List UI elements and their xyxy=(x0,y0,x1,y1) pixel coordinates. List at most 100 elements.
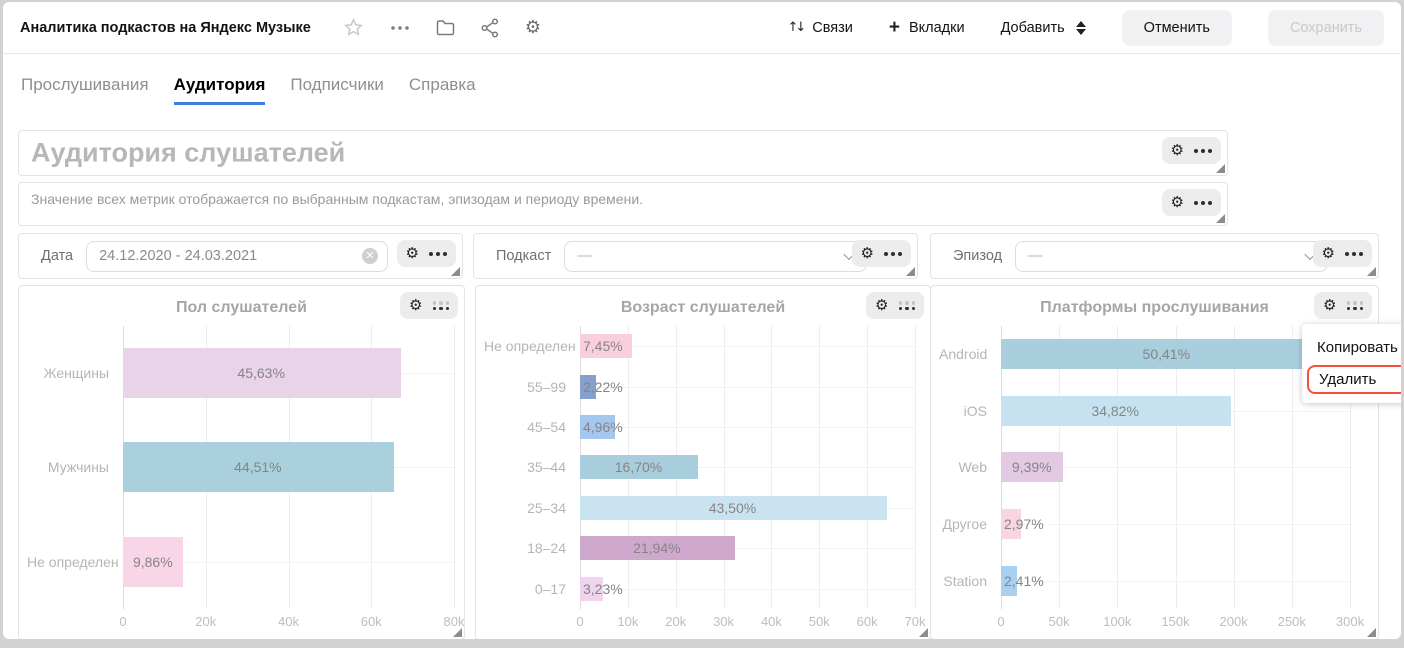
resize-handle[interactable] xyxy=(906,267,915,276)
bar-value-label: 44,51% xyxy=(234,459,281,475)
axis-tick: 40k xyxy=(278,614,299,629)
chart-plot-area: Женщины45,63%Мужчины44,51%Не определен9,… xyxy=(27,326,454,631)
axis-tick: 50k xyxy=(1049,614,1070,629)
chart-title: Пол слушателей xyxy=(19,299,464,317)
bar-rows: Не определен7,45%55–992,22%45–544,96%35–… xyxy=(484,326,915,609)
more-menu-icon[interactable] xyxy=(1194,149,1212,153)
chart-row: 0–173,23% xyxy=(484,569,915,609)
top-bar: Аналитика подкастов на Яндекс Музыке ⚙ ↑… xyxy=(3,2,1401,54)
more-menu-icon[interactable] xyxy=(1194,201,1212,205)
more-ellipsis-icon[interactable] xyxy=(390,25,410,31)
bar-track: 44,51% xyxy=(123,420,454,514)
title-widget: Аудитория слушателей ⚙ xyxy=(18,130,1228,176)
widget-context-menu: Копировать Удалить xyxy=(1302,324,1401,403)
chart-row: Android50,41% xyxy=(939,326,1350,383)
menu-item-copy[interactable]: Копировать xyxy=(1302,333,1401,362)
gear-icon[interactable]: ⚙ xyxy=(1323,298,1336,313)
chart-title: Платформы прослушивания xyxy=(931,299,1378,317)
top-bar-icons: ⚙ xyxy=(343,17,541,38)
gear-icon[interactable]: ⚙ xyxy=(861,246,874,261)
menu-item-delete[interactable]: Удалить xyxy=(1307,365,1401,394)
spinner-arrows-icon xyxy=(1076,21,1086,35)
tab-proslushivaniya[interactable]: Прослушивания xyxy=(21,75,149,105)
chart-plot-area: Android50,41%iOS34,82%Web9,39%Другое2,97… xyxy=(939,326,1350,631)
connections-button[interactable]: ↑↓ Связи xyxy=(787,20,852,36)
bar-value-label: 9,39% xyxy=(1012,459,1052,475)
axis-tick: 20k xyxy=(195,614,216,629)
more-menu-icon[interactable] xyxy=(429,252,447,256)
filter-episode-widget: Эпизод — ⚙ xyxy=(930,233,1379,279)
gridline xyxy=(454,326,455,609)
date-range-input[interactable]: 24.12.2020 - 24.03.2021 ✕ xyxy=(86,241,388,272)
more-menu-icon[interactable] xyxy=(1345,252,1363,256)
resize-handle[interactable] xyxy=(1216,164,1225,173)
tab-spravka[interactable]: Справка xyxy=(409,75,476,105)
gear-icon[interactable]: ⚙ xyxy=(1322,246,1335,261)
chart-controls: ⚙ xyxy=(400,292,458,319)
category-label: Web xyxy=(939,459,1001,475)
bar-value-label: 2,22% xyxy=(583,379,623,395)
category-label: iOS xyxy=(939,403,1001,419)
app-window: Аналитика подкастов на Яндекс Музыке ⚙ ↑… xyxy=(3,2,1401,639)
bar-value-label: 45,63% xyxy=(237,365,284,381)
save-button[interactable]: Сохранить xyxy=(1268,10,1384,46)
row-gridline xyxy=(1001,581,1350,582)
chart-controls: ⚙ xyxy=(1314,292,1372,319)
gear-icon[interactable]: ⚙ xyxy=(1171,143,1184,158)
bar-value-label: 16,70% xyxy=(615,459,662,475)
gear-icon[interactable]: ⚙ xyxy=(1171,195,1184,210)
row-gridline xyxy=(1001,524,1350,525)
gear-icon[interactable]: ⚙ xyxy=(409,298,422,313)
x-axis: 020k40k60k80k xyxy=(123,609,454,631)
bar-track: 9,39% xyxy=(1001,439,1350,496)
more-menu-icon[interactable] xyxy=(899,301,916,310)
filter-date-widget: Дата 24.12.2020 - 24.03.2021 ✕ ⚙ xyxy=(18,233,463,279)
add-tabs-button[interactable]: + Вкладки xyxy=(889,18,965,37)
more-menu-icon[interactable] xyxy=(433,301,450,310)
dashboard-name: Аналитика подкастов на Яндекс Музыке xyxy=(20,20,311,36)
description-widget: Значение всех метрик отображается по выб… xyxy=(18,182,1228,226)
category-label: 0–17 xyxy=(484,581,580,597)
chart-gender: Пол слушателей ⚙ Женщины45,63%Мужчины44,… xyxy=(18,285,465,639)
resize-handle[interactable] xyxy=(1367,267,1376,276)
title-widget-controls: ⚙ xyxy=(1162,137,1221,164)
gridline xyxy=(915,326,916,609)
resize-handle[interactable] xyxy=(919,628,928,637)
gear-icon[interactable]: ⚙ xyxy=(406,246,419,261)
category-label: 18–24 xyxy=(484,540,580,556)
resize-handle[interactable] xyxy=(1216,214,1225,223)
category-label: Не определен xyxy=(484,338,580,354)
axis-tick: 50k xyxy=(809,614,830,629)
add-widget-button[interactable]: Добавить xyxy=(1001,20,1086,36)
podcast-select[interactable]: — xyxy=(564,241,867,272)
resize-handle[interactable] xyxy=(1367,628,1376,637)
axis-tick: 150k xyxy=(1161,614,1189,629)
bar-track: 9,86% xyxy=(123,515,454,609)
gear-icon[interactable]: ⚙ xyxy=(875,298,888,313)
axis-tick: 0 xyxy=(997,614,1004,629)
chart-controls: ⚙ xyxy=(866,292,924,319)
bar-track: 3,23% xyxy=(580,569,915,609)
share-icon[interactable] xyxy=(481,18,499,38)
chart-row: Другое2,97% xyxy=(939,496,1350,553)
cancel-button[interactable]: Отменить xyxy=(1122,10,1232,46)
clear-icon[interactable]: ✕ xyxy=(362,248,378,264)
folder-icon[interactable] xyxy=(436,19,455,36)
episode-select[interactable]: — xyxy=(1015,241,1328,272)
resize-handle[interactable] xyxy=(451,267,460,276)
chart-row: Station2,41% xyxy=(939,552,1350,609)
more-menu-icon[interactable] xyxy=(884,252,902,256)
more-menu-icon[interactable] xyxy=(1347,301,1364,310)
chart-row: 55–992,22% xyxy=(484,366,915,406)
row-gridline xyxy=(580,427,915,428)
tab-podpischiki[interactable]: Подписчики xyxy=(290,75,384,105)
row-gridline xyxy=(580,387,915,388)
category-label: Не определен xyxy=(27,554,123,570)
settings-gear-icon[interactable]: ⚙ xyxy=(525,19,541,37)
category-label: 35–44 xyxy=(484,459,580,475)
tab-auditoriya[interactable]: Аудитория xyxy=(174,75,266,105)
bar-track: 2,22% xyxy=(580,366,915,406)
favorite-star-icon[interactable] xyxy=(343,17,364,38)
bar-track: 50,41% xyxy=(1001,326,1350,383)
resize-handle[interactable] xyxy=(453,628,462,637)
